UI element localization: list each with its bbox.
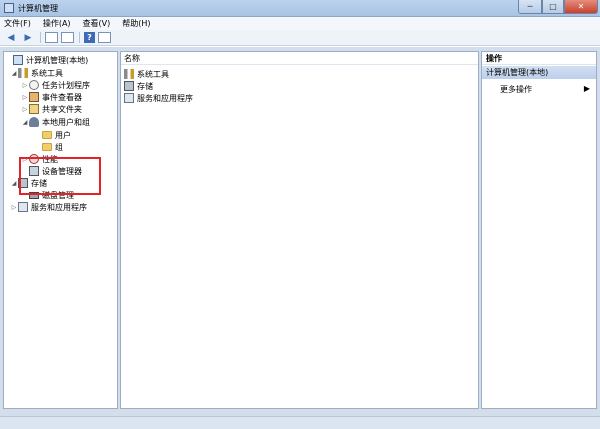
tree-item-label: 计算机管理(本地) (26, 55, 89, 65)
toolbar-separator (79, 32, 80, 43)
tree-item-services-applications[interactable]: ▷ 服务和应用程序 (10, 201, 87, 213)
tree-item-label: 系统工具 (31, 68, 63, 78)
collapse-icon[interactable]: ◢ (10, 180, 18, 187)
tree-item-label: 事件查看器 (42, 92, 82, 102)
results-pane: 名称 系统工具 存储 服务和应用程序 (120, 51, 479, 409)
expand-icon[interactable]: ▷ (21, 106, 29, 113)
menu-view[interactable]: 查看(V) (83, 18, 111, 29)
tree-item-label: 组 (55, 142, 63, 152)
expand-icon[interactable]: ▷ (21, 94, 29, 101)
services-icon (124, 93, 134, 103)
tree-item-label: 共享文件夹 (42, 104, 82, 114)
menu-action[interactable]: 操作(A) (43, 18, 71, 29)
menu-help[interactable]: 帮助(H) (122, 18, 150, 29)
tree-item-task-scheduler[interactable]: ▷ 任务计划程序 (21, 79, 90, 91)
toolbar: ◀ ▶ ? (0, 30, 600, 46)
forward-button[interactable]: ▶ (21, 32, 35, 44)
show-hide-console-tree-icon[interactable] (45, 32, 58, 43)
submenu-arrow-icon: ▶ (583, 84, 590, 93)
tree-item-users[interactable]: 用户 (34, 129, 71, 141)
tree-item-system-tools[interactable]: ◢ 系统工具 (10, 67, 63, 79)
content-area: 计算机管理(本地) ◢ 系统工具 ▷ 任务计划程序 ▷ 事件查看器 ▷ 共享文件… (0, 47, 600, 429)
tree-item-computer-management[interactable]: 计算机管理(本地) (5, 54, 88, 66)
list-item-label: 存储 (137, 81, 153, 91)
users-icon (29, 117, 39, 127)
close-icon: ✕ (577, 2, 585, 11)
status-bar (0, 416, 600, 429)
maximize-icon: □ (549, 2, 557, 11)
list-item-label: 系统工具 (137, 69, 169, 79)
show-hide-action-pane-icon[interactable] (98, 32, 111, 43)
list-item[interactable]: 服务和应用程序 (124, 92, 193, 104)
tree-item-shared-folders[interactable]: ▷ 共享文件夹 (21, 103, 82, 115)
tree-item-label: 服务和应用程序 (31, 202, 87, 212)
title-bar: 计算机管理 ─ □ ✕ (0, 0, 600, 17)
shared-folder-icon (29, 104, 39, 114)
collapse-icon[interactable]: ◢ (10, 70, 18, 77)
list-item-label: 服务和应用程序 (137, 93, 193, 103)
tree-item-event-viewer[interactable]: ▷ 事件查看器 (21, 91, 82, 103)
expand-icon[interactable]: ▷ (21, 82, 29, 89)
column-header-name[interactable]: 名称 (121, 52, 478, 65)
menu-bar: 文件(F) 操作(A) 查看(V) 帮助(H) (0, 17, 600, 30)
close-button[interactable]: ✕ (564, 0, 598, 14)
clock-icon (29, 80, 39, 90)
action-pane: 操作 计算机管理(本地) 更多操作 ▶ (481, 51, 597, 409)
computer-management-icon (4, 3, 14, 13)
tree-item-groups[interactable]: 组 (34, 141, 63, 153)
help-icon[interactable]: ? (84, 32, 95, 43)
toolbar-separator (40, 32, 41, 43)
tools-icon (18, 68, 28, 78)
tree-item-label: 用户 (55, 130, 71, 140)
tools-icon (124, 69, 134, 79)
storage-icon (124, 81, 134, 91)
maximize-button[interactable]: □ (542, 0, 564, 14)
more-actions-item[interactable]: 更多操作 (482, 83, 596, 95)
action-section-header[interactable]: 计算机管理(本地) (482, 66, 596, 79)
event-viewer-icon (29, 92, 39, 102)
console-tree: 计算机管理(本地) ◢ 系统工具 ▷ 任务计划程序 ▷ 事件查看器 ▷ 共享文件… (3, 51, 118, 409)
back-button[interactable]: ◀ (4, 32, 18, 44)
minimize-icon: ─ (527, 2, 533, 11)
window-title: 计算机管理 (18, 4, 58, 13)
services-icon (18, 202, 28, 212)
highlight-box (19, 157, 101, 195)
back-arrow-icon: ◀ (7, 32, 15, 43)
tree-item-local-users-groups[interactable]: ◢ 本地用户和组 (21, 116, 90, 128)
menu-file[interactable]: 文件(F) (4, 18, 31, 29)
collapse-icon[interactable]: ◢ (21, 119, 29, 126)
tree-item-label: 任务计划程序 (42, 80, 90, 90)
computer-icon (13, 55, 23, 65)
properties-icon[interactable] (61, 32, 74, 43)
folder-icon (42, 131, 52, 139)
minimize-button[interactable]: ─ (518, 0, 542, 14)
folder-icon (42, 143, 52, 151)
expand-icon[interactable]: ▷ (10, 204, 18, 211)
list-item[interactable]: 系统工具 (124, 68, 169, 80)
tree-item-label: 本地用户和组 (42, 117, 90, 127)
action-pane-title: 操作 (482, 52, 596, 65)
forward-arrow-icon: ▶ (24, 32, 32, 43)
list-item[interactable]: 存储 (124, 80, 153, 92)
